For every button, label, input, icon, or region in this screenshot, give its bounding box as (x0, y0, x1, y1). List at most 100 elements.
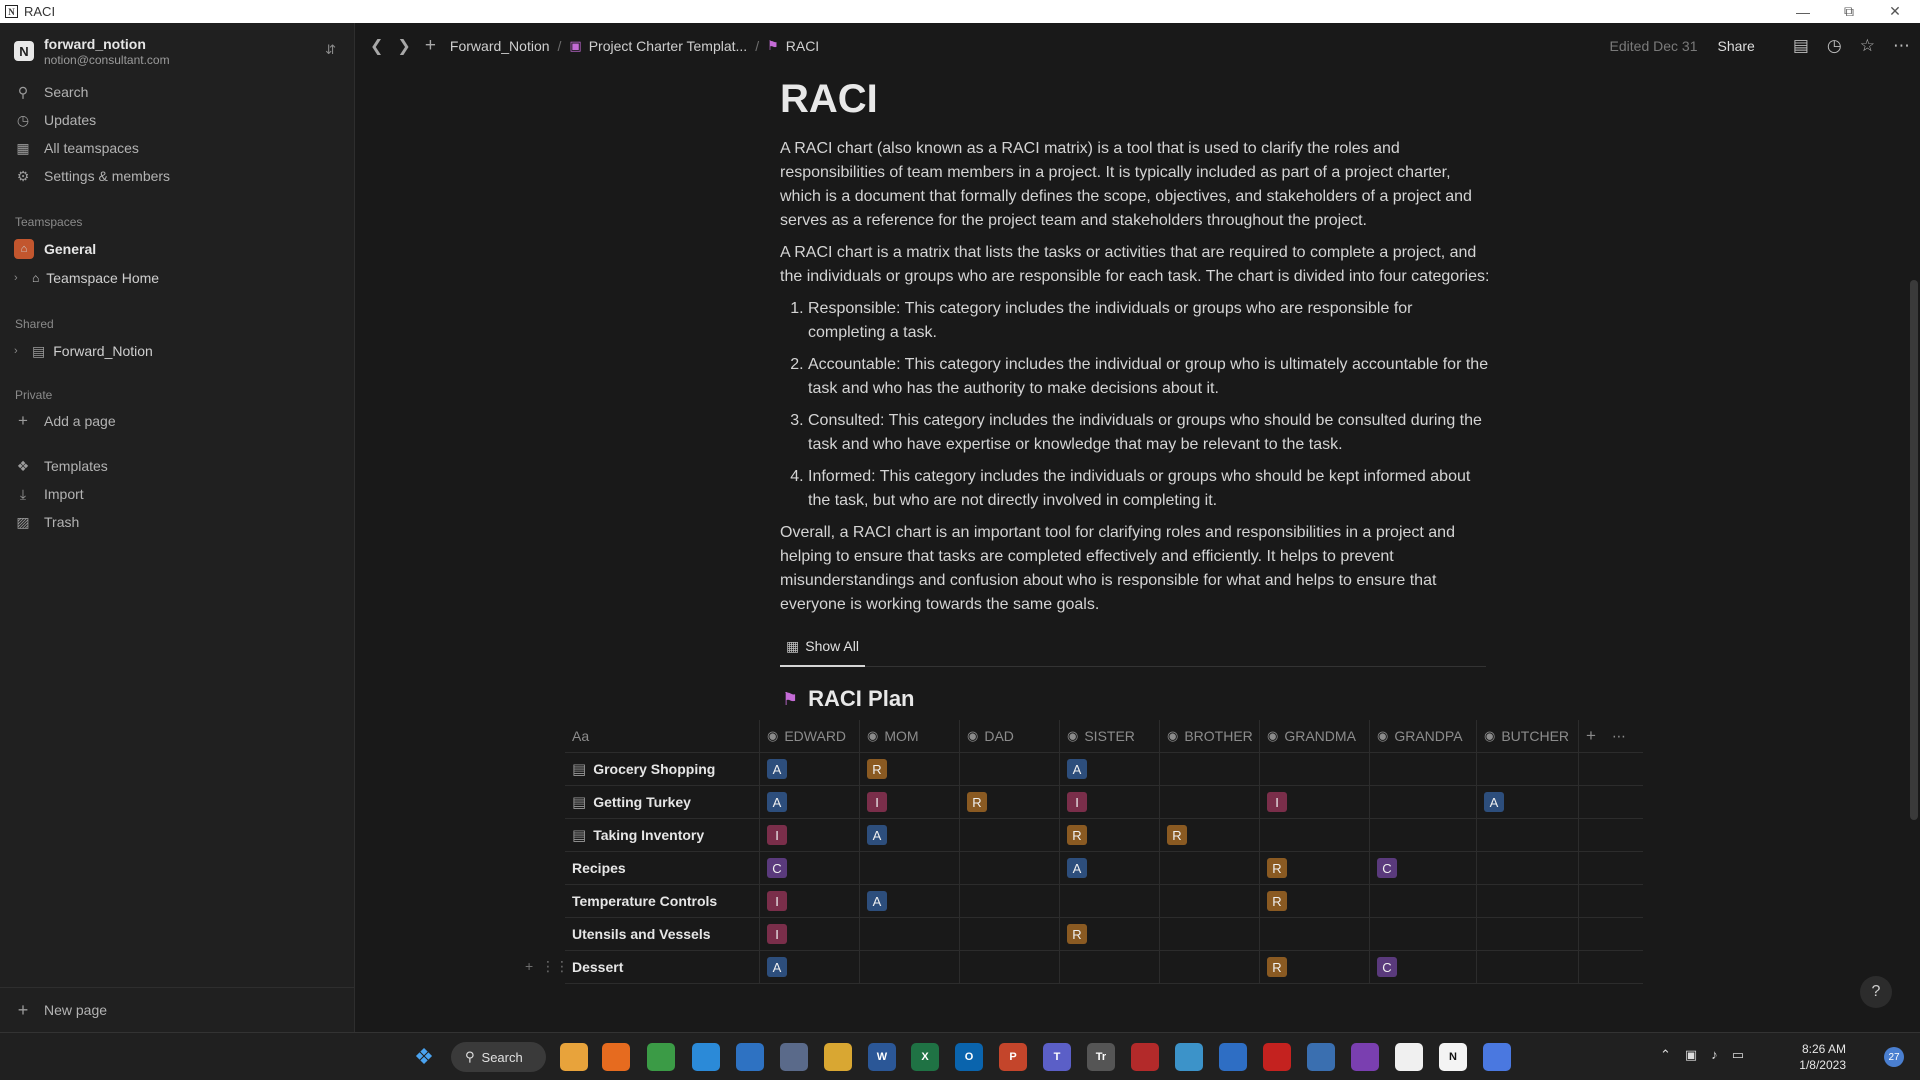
raci-cell[interactable] (960, 950, 1060, 984)
excel-icon[interactable]: X (911, 1043, 939, 1071)
edge-icon[interactable] (692, 1043, 720, 1071)
column-header[interactable]: ◉ GRANDMA (1260, 719, 1370, 753)
notion-icon[interactable]: N (1439, 1043, 1467, 1071)
forward-arrow-icon[interactable]: ❯ (397, 36, 410, 56)
network-icon[interactable]: ▣ (1685, 1047, 1697, 1063)
raci-cell[interactable]: C (1370, 950, 1477, 984)
sidebar-item-import[interactable]: ⤓ Import (14, 481, 344, 507)
raci-cell[interactable]: R (1260, 950, 1370, 984)
raci-cell[interactable]: R (1260, 884, 1370, 918)
battery-icon[interactable]: ▭ (1732, 1047, 1744, 1063)
taskbar-search[interactable]: ⚲ Search (451, 1042, 546, 1072)
raci-cell[interactable]: A (860, 818, 960, 852)
volume-icon[interactable]: ♪ (1711, 1047, 1718, 1063)
table-row[interactable]: ▤ Taking Inventory I A R R (565, 818, 1643, 852)
app-icon[interactable] (1219, 1043, 1247, 1071)
firefox-icon[interactable] (602, 1043, 630, 1071)
raci-cell[interactable]: R (960, 785, 1060, 819)
comment-icon[interactable]: ▤ (1793, 36, 1809, 56)
raci-cell[interactable] (1370, 785, 1477, 819)
raci-cell[interactable]: I (1260, 785, 1370, 819)
raci-cell[interactable] (960, 917, 1060, 951)
list-item[interactable]: Informed: This category includes the ind… (808, 465, 1490, 513)
raci-cell[interactable]: A (860, 884, 960, 918)
app-icon[interactable]: Tr (1087, 1043, 1115, 1071)
raci-cell[interactable] (1477, 917, 1579, 951)
raci-cell[interactable]: A (1477, 785, 1579, 819)
raci-cell[interactable] (1160, 917, 1260, 951)
column-header[interactable]: ◉ BUTCHER (1477, 719, 1579, 753)
column-header[interactable]: ◉ MOM (860, 719, 960, 753)
sidebar-item-templates[interactable]: ❖ Templates (14, 453, 344, 479)
snipping-tool-icon[interactable] (780, 1043, 808, 1071)
teams-icon[interactable]: T (1043, 1043, 1071, 1071)
sidebar-item-all-teamspaces[interactable]: ▦ All teamspaces (14, 135, 344, 161)
history-clock-icon[interactable]: ◷ (1827, 36, 1842, 56)
drag-handle-icon[interactable]: + ⋮⋮ (525, 958, 569, 975)
raci-cell[interactable] (1370, 752, 1477, 786)
sidebar-item-settings[interactable]: ⚙ Settings & members (14, 163, 344, 189)
plus-icon[interactable]: + (1586, 726, 1596, 746)
more-icon[interactable]: ⋯ (1612, 728, 1626, 745)
raci-cell[interactable] (1160, 785, 1260, 819)
raci-cell[interactable] (860, 917, 960, 951)
raci-cell[interactable] (960, 752, 1060, 786)
word-icon[interactable]: W (868, 1043, 896, 1071)
raci-cell[interactable]: R (1060, 917, 1160, 951)
add-page-button[interactable]: + Add a page (14, 408, 344, 434)
raci-cell[interactable]: A (760, 950, 860, 984)
page-title[interactable]: RACI (780, 73, 1490, 125)
raci-cell[interactable]: A (760, 785, 860, 819)
breadcrumb-item-project-charter[interactable]: Project Charter Templat... (589, 38, 747, 54)
mail-icon[interactable] (736, 1043, 764, 1071)
tab-show-all[interactable]: ▦ Show All (780, 627, 865, 667)
app-icon[interactable] (560, 1043, 588, 1071)
task-name-cell[interactable]: ▤ Taking Inventory (565, 818, 760, 852)
app-icon[interactable] (1131, 1043, 1159, 1071)
sidebar-item-teamspace-home[interactable]: › ⌂ Teamspace Home (14, 264, 344, 292)
raci-cell[interactable] (1160, 851, 1260, 885)
raci-cell[interactable] (860, 851, 960, 885)
notification-badge[interactable]: 27 (1884, 1047, 1904, 1067)
raci-cell[interactable] (1477, 818, 1579, 852)
outlook-icon[interactable]: O (955, 1043, 983, 1071)
raci-cell[interactable] (1260, 818, 1370, 852)
raci-cell[interactable]: I (760, 917, 860, 951)
raci-cell[interactable]: A (1060, 752, 1160, 786)
more-icon[interactable]: ⋯ (1893, 36, 1910, 56)
raci-cell[interactable]: C (1370, 851, 1477, 885)
app-icon[interactable] (1351, 1043, 1379, 1071)
chevron-right-icon[interactable]: › (14, 345, 24, 357)
raci-cell[interactable]: I (760, 884, 860, 918)
raci-cell[interactable] (1160, 752, 1260, 786)
task-name-cell[interactable]: Recipes (565, 851, 760, 885)
raci-cell[interactable] (1477, 752, 1579, 786)
raci-cell[interactable]: C (760, 851, 860, 885)
table-row[interactable]: Utensils and Vessels I R (565, 917, 1643, 951)
chevron-updown-icon[interactable]: ⇵ (325, 42, 336, 58)
intro-paragraph[interactable]: A RACI chart (also known as a RACI matri… (780, 137, 1490, 233)
summary-paragraph[interactable]: Overall, a RACI chart is an important to… (780, 521, 1490, 617)
table-row[interactable]: ▤ Getting Turkey A I R I I A (565, 785, 1643, 819)
raci-cell[interactable] (1370, 818, 1477, 852)
raci-cell[interactable]: R (1060, 818, 1160, 852)
sidebar-item-search[interactable]: ⚲ Search (14, 79, 344, 105)
calculator-icon[interactable] (1307, 1043, 1335, 1071)
close-icon[interactable]: ✕ (1872, 0, 1918, 23)
raci-cell[interactable]: I (760, 818, 860, 852)
new-page-button[interactable]: + New page (0, 987, 355, 1032)
column-header-name[interactable]: Aa (565, 719, 760, 753)
task-name-cell[interactable]: ▤ Getting Turkey (565, 785, 760, 819)
breadcrumb-item-raci[interactable]: RACI (786, 38, 819, 54)
column-header[interactable]: ◉ BROTHER (1160, 719, 1260, 753)
raci-cell[interactable] (1060, 884, 1160, 918)
restore-icon[interactable]: ⧉ (1826, 0, 1872, 23)
definition-paragraph[interactable]: A RACI chart is a matrix that lists the … (780, 241, 1490, 289)
raci-cell[interactable] (1477, 950, 1579, 984)
list-item[interactable]: Responsible: This category includes the … (808, 297, 1490, 345)
raci-cell[interactable] (960, 851, 1060, 885)
help-button[interactable]: ? (1860, 976, 1892, 1008)
sidebar-item-forward-notion[interactable]: › ▤ Forward_Notion (14, 337, 344, 365)
task-name-cell[interactable]: ▤ Grocery Shopping (565, 752, 760, 786)
vertical-scrollbar[interactable] (1910, 280, 1918, 820)
